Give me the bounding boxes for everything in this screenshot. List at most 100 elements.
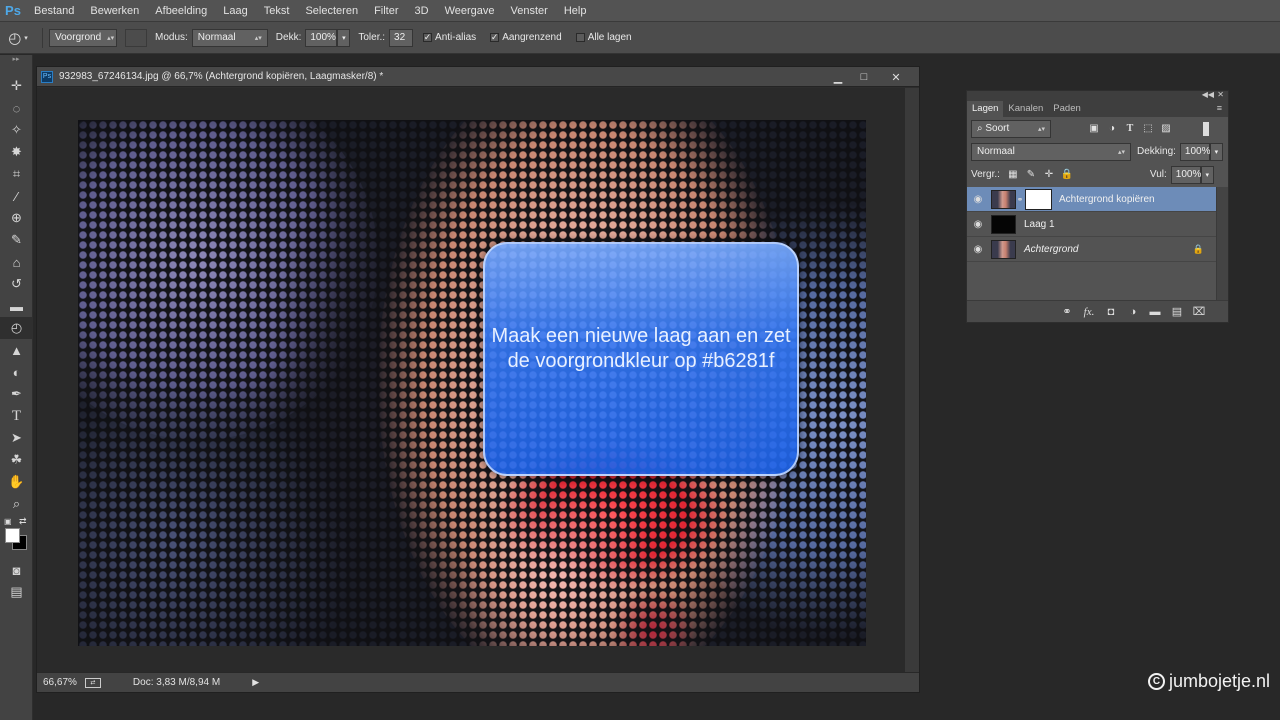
menu-venster[interactable]: Venster: [503, 0, 556, 22]
layer-row-achtergrond-kopieren[interactable]: ◉ ⚭ Achtergrond kopiëren: [967, 187, 1216, 212]
visibility-eye-icon[interactable]: ◉: [967, 244, 989, 255]
opacity-dropdown-icon[interactable]: ▾: [337, 28, 351, 47]
menu-afbeelding[interactable]: Afbeelding: [147, 0, 215, 22]
tolerance-input[interactable]: 32: [389, 28, 414, 47]
doc-size: Doc: 3,83 M/8,94 M: [132, 677, 221, 688]
filter-type-icon[interactable]: T: [1121, 122, 1139, 136]
maximize-icon[interactable]: □: [855, 69, 873, 85]
foreground-color-swatch[interactable]: [5, 528, 20, 543]
filter-toggle[interactable]: [1203, 121, 1209, 136]
healing-brush-tool-icon[interactable]: ⊕: [0, 207, 33, 229]
menu-bestand[interactable]: Bestand: [26, 0, 82, 22]
marquee-tool-icon[interactable]: ◌: [0, 97, 33, 119]
layer-name: Laag 1: [1024, 218, 1055, 230]
vertical-scrollbar[interactable]: [904, 88, 919, 673]
path-selection-tool-icon[interactable]: ➤: [0, 427, 33, 449]
lock-position-icon[interactable]: ✛: [1040, 168, 1058, 182]
opacity-input[interactable]: 100%: [305, 28, 338, 47]
menu-3d[interactable]: 3D: [407, 0, 437, 22]
layer-name: Achtergrond kopiëren: [1059, 193, 1155, 205]
antialias-label: Anti-alias: [435, 32, 477, 43]
link-chain-icon[interactable]: ⚭: [1016, 195, 1024, 204]
crop-tool-icon[interactable]: ⌗: [0, 163, 33, 185]
lock-all-icon[interactable]: 🔒: [1058, 168, 1076, 182]
filter-adjustment-icon[interactable]: ◑: [1103, 122, 1121, 136]
default-colors-icon[interactable]: ▣: [4, 517, 12, 526]
minimize-icon[interactable]: ▁: [829, 69, 847, 85]
document-tab[interactable]: Ps 932983_67246134.jpg @ 66,7% (Achtergr…: [37, 67, 919, 87]
lock-transparent-icon[interactable]: ▦: [1004, 168, 1022, 182]
visibility-eye-icon[interactable]: ◉: [967, 194, 989, 205]
contiguous-checkbox[interactable]: ✓: [490, 33, 500, 42]
eyedropper-tool-icon[interactable]: ∕: [0, 185, 33, 207]
brush-tool-icon[interactable]: ✎: [0, 229, 33, 251]
fill-input[interactable]: 100%: [1170, 165, 1201, 184]
share-icon[interactable]: ⇄: [84, 677, 101, 688]
fx-icon[interactable]: fx.: [1078, 306, 1100, 318]
fill-dropdown-icon[interactable]: ▾: [1200, 165, 1214, 184]
magic-wand-tool-icon[interactable]: ✸: [0, 141, 33, 163]
pattern-picker[interactable]: [125, 28, 147, 47]
layers-scrollbar[interactable]: [1216, 187, 1228, 302]
layer-opacity-input[interactable]: 100%: [1179, 142, 1210, 161]
fill-source-select[interactable]: Voorgrond ▴▾: [49, 28, 117, 47]
menu-bewerken[interactable]: Bewerken: [82, 0, 147, 22]
filter-kind-select[interactable]: ⌕ Soort ▴▾: [971, 119, 1051, 138]
hand-tool-icon[interactable]: ✋: [0, 471, 33, 493]
screen-mode-icon[interactable]: ▤: [0, 581, 33, 603]
status-menu-arrow-icon[interactable]: ▶: [252, 677, 259, 688]
menu-weergave[interactable]: Weergave: [437, 0, 503, 22]
all-layers-checkbox[interactable]: [575, 33, 585, 42]
layer-mask-thumbnail[interactable]: [1026, 189, 1051, 209]
adjustment-layer-icon[interactable]: ◑: [1122, 306, 1144, 318]
tab-paden[interactable]: Paden: [1048, 101, 1085, 117]
search-icon: ⌕: [977, 123, 983, 134]
ps-document-icon: Ps: [41, 70, 53, 83]
zoom-tool-icon[interactable]: ⌕: [0, 493, 33, 515]
new-layer-icon[interactable]: ▤: [1166, 305, 1188, 318]
clone-stamp-tool-icon[interactable]: ⌂: [0, 251, 33, 273]
pen-tool-icon[interactable]: ✒: [0, 383, 33, 405]
collapse-icon[interactable]: ◀◀: [1202, 90, 1214, 99]
close-icon[interactable]: ✕: [1217, 90, 1224, 99]
menu-filter[interactable]: Filter: [366, 0, 406, 22]
mode-select[interactable]: Normaal ▴▾: [191, 28, 268, 47]
mode-label: Modus:: [155, 32, 188, 43]
layers-footer: ⚭ fx. ◘ ◑ ▬ ▤ ⌧: [967, 300, 1228, 322]
link-layers-icon[interactable]: ⚭: [1056, 305, 1078, 318]
close-icon[interactable]: ✕: [887, 69, 905, 85]
quick-mask-icon[interactable]: ◙: [0, 559, 33, 581]
paint-bucket-tool-icon[interactable]: ◴: [0, 317, 33, 339]
antialias-checkbox[interactable]: ✓: [423, 33, 433, 42]
shape-tool-icon[interactable]: ☘: [0, 449, 33, 471]
type-tool-icon[interactable]: T: [0, 405, 33, 427]
layer-row-achtergrond[interactable]: ◉ Achtergrond 🔒: [967, 237, 1216, 262]
tab-lagen[interactable]: Lagen: [967, 101, 1004, 117]
zoom-level[interactable]: 66,67%: [43, 677, 77, 688]
add-mask-icon[interactable]: ◘: [1100, 306, 1122, 318]
filter-shape-icon[interactable]: ⬚: [1139, 122, 1157, 136]
menu-selecteren[interactable]: Selecteren: [297, 0, 366, 22]
swap-colors-icon[interactable]: ⇄: [19, 516, 27, 527]
lock-pixels-icon[interactable]: ✎: [1022, 168, 1040, 182]
menu-help[interactable]: Help: [556, 0, 595, 22]
new-group-icon[interactable]: ▬: [1144, 306, 1166, 318]
trash-icon[interactable]: ⌧: [1188, 305, 1210, 318]
history-brush-tool-icon[interactable]: ↺: [0, 273, 33, 295]
blend-mode-select[interactable]: Normaal ▴▾: [971, 142, 1131, 161]
panel-menu-icon[interactable]: ≡: [1217, 103, 1222, 113]
visibility-eye-icon[interactable]: ◉: [967, 219, 989, 230]
eraser-tool-icon[interactable]: ▬: [0, 295, 33, 317]
menu-tekst[interactable]: Tekst: [256, 0, 298, 22]
dodge-tool-icon[interactable]: ◐: [0, 361, 33, 383]
move-tool-icon[interactable]: ✛: [0, 75, 33, 97]
layer-row-laag-1[interactable]: ◉ Laag 1: [967, 212, 1216, 237]
menu-laag[interactable]: Laag: [215, 0, 255, 22]
filter-smart-object-icon[interactable]: ▨: [1157, 122, 1175, 136]
opacity-dropdown-icon[interactable]: ▾: [1209, 142, 1223, 161]
filter-pixel-icon[interactable]: ▣: [1085, 122, 1103, 136]
paint-bucket-tool-preset-icon[interactable]: ◴ ▾: [0, 25, 36, 51]
lasso-tool-icon[interactable]: ✧: [0, 119, 33, 141]
blur-tool-icon[interactable]: ▲: [0, 339, 33, 361]
tab-kanalen[interactable]: Kanalen: [1003, 101, 1048, 117]
